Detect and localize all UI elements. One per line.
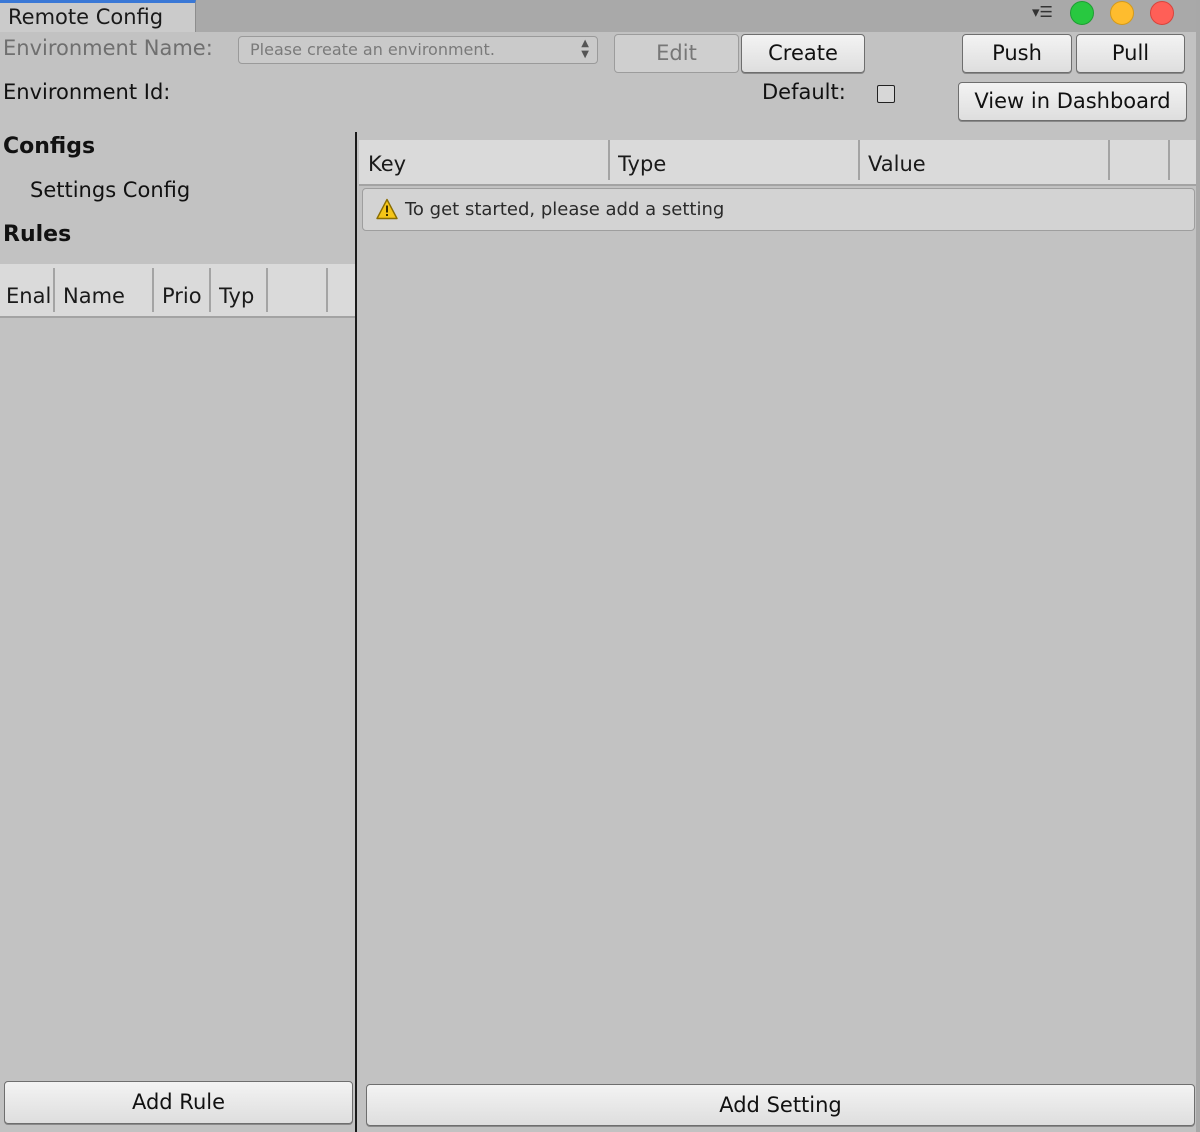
updown-arrows-icon: ▲ ▼ — [581, 38, 589, 60]
warning-icon — [376, 198, 398, 220]
environment-select-placeholder: Please create an environment. — [250, 40, 495, 59]
add-rule-button[interactable]: Add Rule — [4, 1081, 353, 1124]
rules-col-type[interactable]: Typ — [219, 284, 265, 308]
close-button[interactable] — [1150, 1, 1174, 25]
notice-text: To get started, please add a setting — [405, 199, 725, 220]
minimize-button[interactable] — [1110, 1, 1134, 25]
rules-col-priority[interactable]: Prio — [162, 284, 208, 308]
column-divider[interactable] — [1108, 140, 1110, 180]
edit-button[interactable]: Edit — [614, 34, 739, 73]
column-divider[interactable] — [266, 268, 268, 312]
maximize-button[interactable] — [1070, 1, 1094, 25]
column-divider[interactable] — [858, 140, 860, 180]
settings-col-key[interactable]: Key — [368, 152, 406, 176]
tab-remote-config[interactable]: Remote Config — [0, 0, 196, 32]
environment-id-label: Environment Id: — [3, 80, 171, 104]
column-divider[interactable] — [209, 268, 211, 312]
create-button[interactable]: Create — [741, 34, 865, 73]
pull-button[interactable]: Pull — [1076, 34, 1185, 73]
environment-select[interactable]: Please create an environment. ▲ ▼ — [238, 36, 598, 64]
column-divider[interactable] — [1168, 140, 1170, 180]
rules-col-enabled[interactable]: Enal — [6, 284, 50, 308]
settings-col-type[interactable]: Type — [618, 152, 666, 176]
column-divider[interactable] — [608, 140, 610, 180]
default-checkbox[interactable] — [877, 85, 895, 103]
pane-divider[interactable] — [355, 132, 357, 1132]
default-label: Default: — [762, 80, 846, 104]
column-divider[interactable] — [326, 268, 328, 312]
rules-heading: Rules — [3, 222, 72, 247]
column-divider[interactable] — [53, 268, 55, 312]
menu-icon[interactable]: ▾☰ — [1032, 4, 1062, 20]
push-button[interactable]: Push — [962, 34, 1072, 73]
view-in-dashboard-button[interactable]: View in Dashboard — [958, 82, 1187, 121]
rules-col-name[interactable]: Name — [63, 284, 149, 308]
add-setting-button[interactable]: Add Setting — [366, 1084, 1195, 1126]
settings-config-item[interactable]: Settings Config — [30, 178, 190, 202]
column-divider[interactable] — [152, 268, 154, 312]
empty-settings-notice: To get started, please add a setting — [362, 188, 1195, 231]
configs-heading: Configs — [3, 134, 96, 159]
environment-name-label: Environment Name: — [3, 36, 213, 60]
window-edge — [1196, 0, 1200, 1132]
rules-table-header: Enal Name Prio Typ — [0, 264, 356, 318]
settings-col-value[interactable]: Value — [868, 152, 926, 176]
settings-table-header: Key Type Value — [359, 140, 1196, 186]
